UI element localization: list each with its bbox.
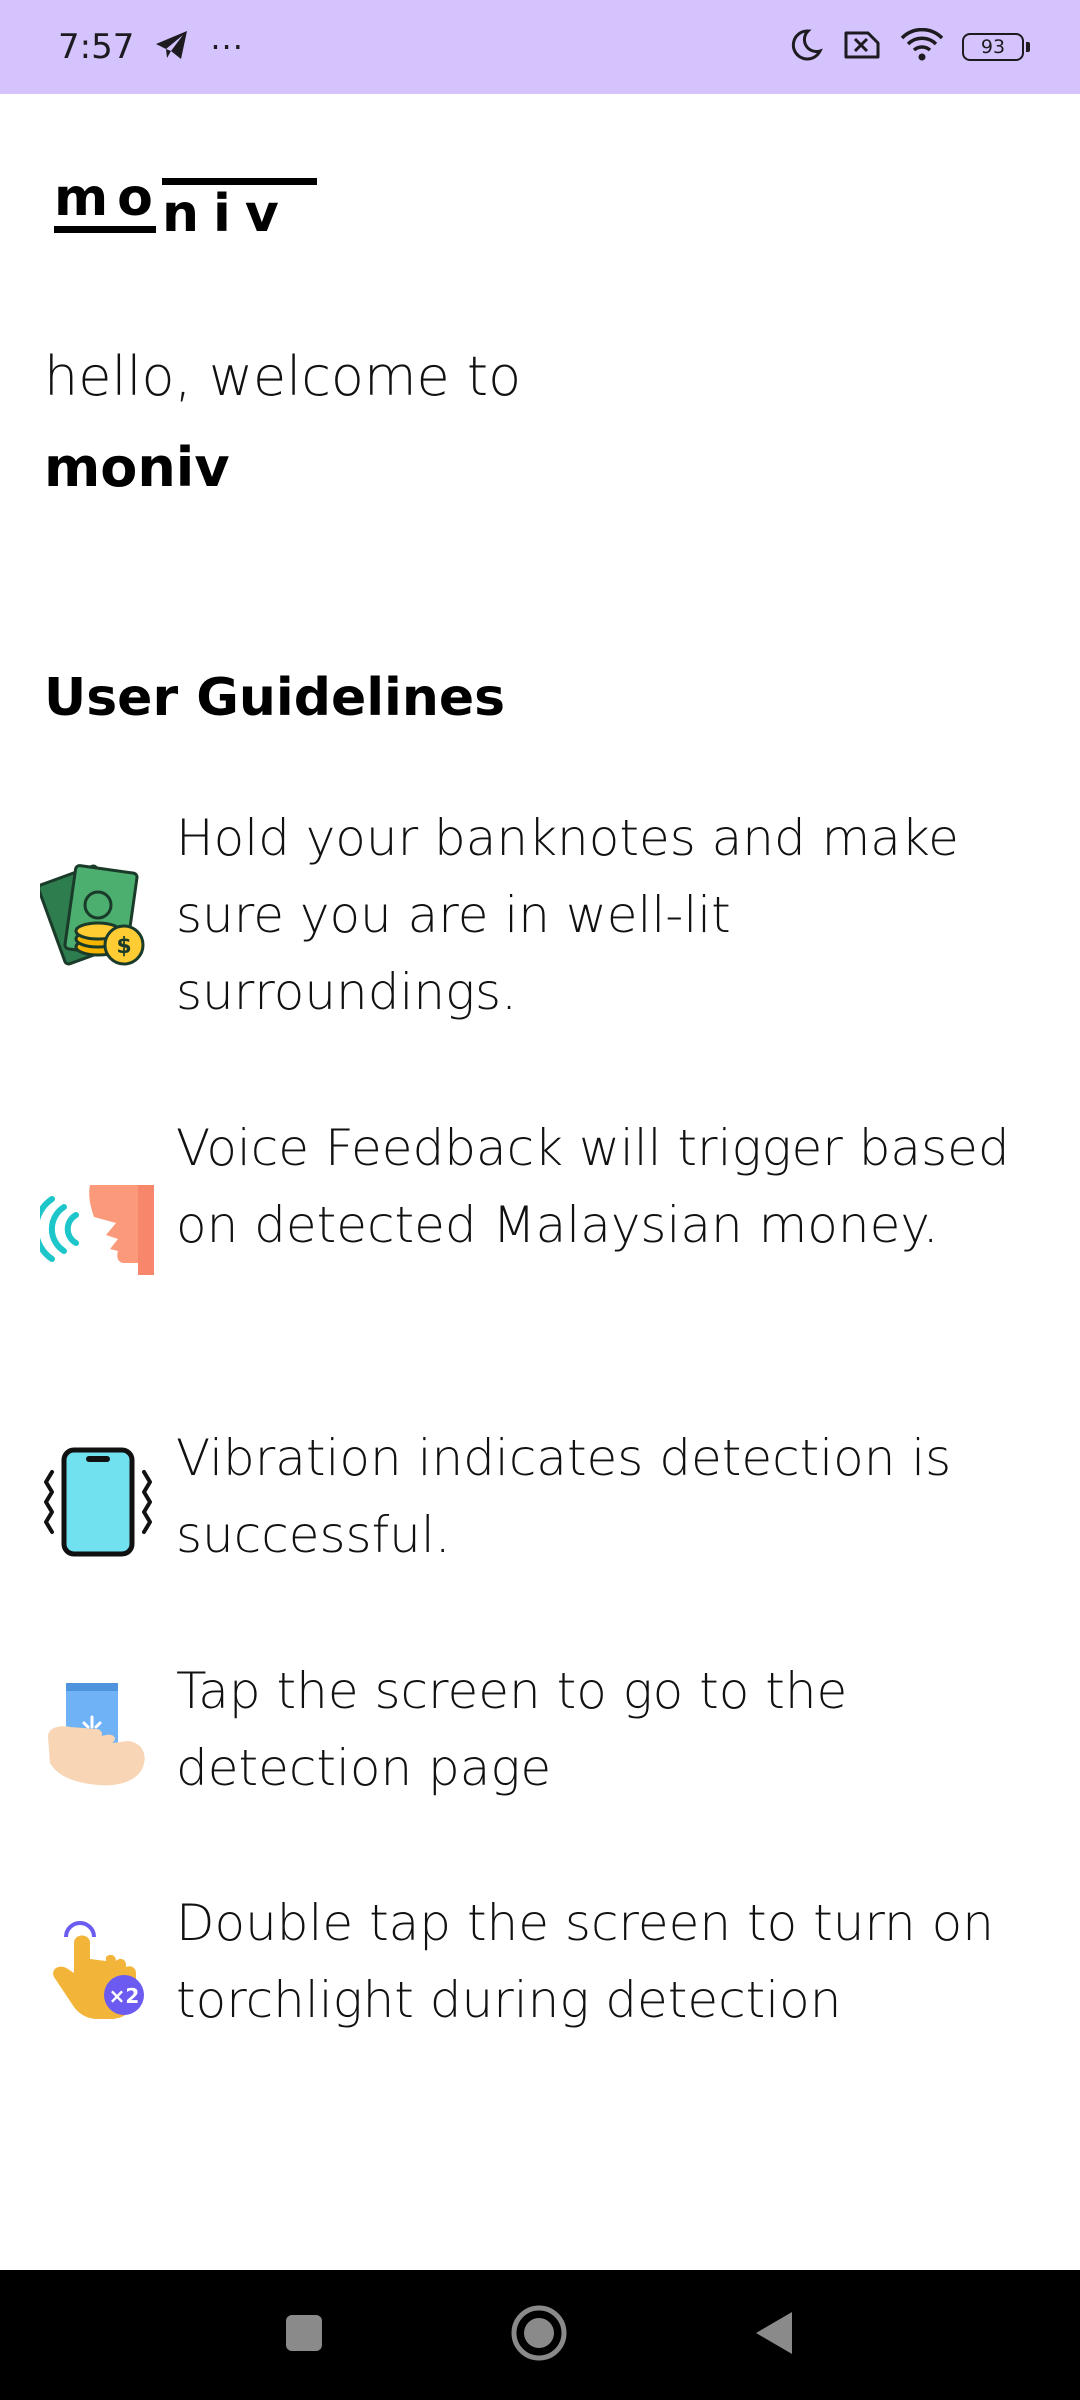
svg-text:$: $ xyxy=(116,934,131,959)
logo-text-top: mo xyxy=(54,168,162,228)
guideline-item-vibration: Vibration indicates detection is success… xyxy=(40,1420,1070,1580)
welcome-app-name: moniv xyxy=(44,436,230,499)
status-right: 93 xyxy=(788,27,1030,67)
guideline-text: Double tap the screen to turn on torchli… xyxy=(176,1894,994,2029)
status-bar: 7:57 ··· 93 xyxy=(0,0,1080,94)
double-tap-badge: ×2 xyxy=(109,1984,140,2008)
status-time: 7:57 xyxy=(58,27,135,67)
guideline-item-double-tap: ×2 Double tap the screen to turn on torc… xyxy=(40,1885,1070,2045)
welcome-text: hello, welcome to xyxy=(44,345,522,408)
guideline-item-tap: Tap the screen to go to the detection pa… xyxy=(40,1653,1070,1813)
more-dots-icon: ··· xyxy=(210,28,244,66)
guidelines-heading: User Guidelines xyxy=(44,668,506,728)
telegram-icon xyxy=(154,29,190,65)
voice-icon xyxy=(32,1165,156,1281)
home-button[interactable] xyxy=(479,2270,599,2400)
navigation-bar xyxy=(0,2270,1080,2400)
guideline-item-banknotes: $ Hold your banknotes and make sure you … xyxy=(37,800,1070,1040)
back-button[interactable] xyxy=(714,2270,834,2400)
wifi-icon xyxy=(900,27,944,66)
recents-icon xyxy=(284,2313,324,2357)
tap-phone-icon xyxy=(40,1677,156,1793)
guideline-text: Hold your banknotes and make sure you ar… xyxy=(176,809,959,1021)
guideline-item-voice: Voice Feedback will trigger based on det… xyxy=(32,1110,1070,1350)
recents-button[interactable] xyxy=(244,2270,364,2400)
logo-bar-bottom xyxy=(54,226,156,233)
app-logo: mo niv xyxy=(54,168,317,240)
guideline-text: Voice Feedback will trigger based on det… xyxy=(176,1119,1010,1254)
back-icon xyxy=(754,2310,794,2360)
vibration-icon xyxy=(40,1444,156,1560)
moon-icon xyxy=(788,27,824,67)
status-left: 7:57 ··· xyxy=(58,27,244,67)
guideline-text: Tap the screen to go to the detection pa… xyxy=(176,1662,848,1797)
money-icon: $ xyxy=(37,855,156,971)
logo-text-bottom: niv xyxy=(162,184,293,244)
home-icon xyxy=(510,2304,568,2366)
battery-icon: 93 xyxy=(962,33,1030,61)
guideline-text: Vibration indicates detection is success… xyxy=(176,1429,952,1564)
double-tap-icon: ×2 xyxy=(40,1909,156,2025)
sim-off-icon xyxy=(842,29,882,65)
